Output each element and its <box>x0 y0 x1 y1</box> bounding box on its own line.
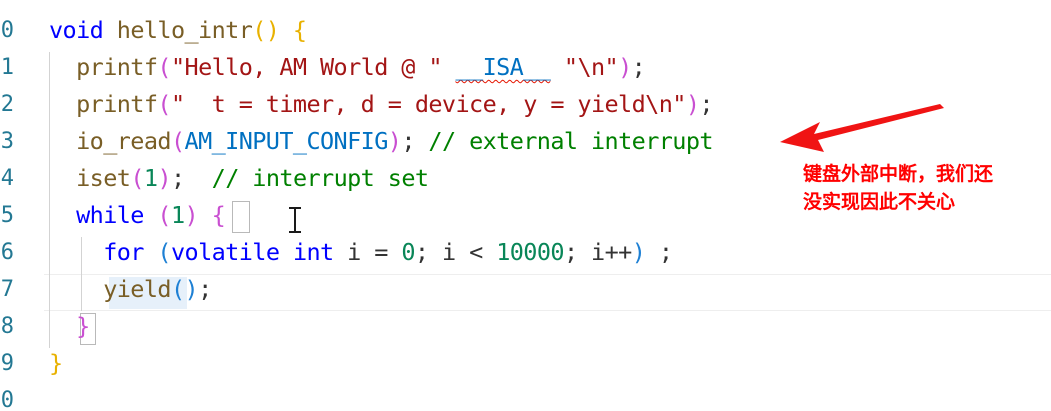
code-token: ( <box>157 201 171 229</box>
code-token: 1 <box>143 164 158 192</box>
code-token: printf <box>76 90 158 118</box>
line-number: 7 <box>0 277 14 302</box>
code-token: i = <box>333 238 402 266</box>
code-token: printf <box>76 53 158 81</box>
code-token: int <box>292 238 334 266</box>
text-cursor-icon <box>289 207 301 233</box>
line-number: 3 <box>0 129 14 154</box>
code-token: () <box>252 16 280 44</box>
code-token: ; <box>699 90 713 118</box>
code-token: // interrupt set <box>211 164 429 192</box>
line-number: 5 <box>0 203 14 228</box>
line-number: 9 <box>0 351 14 376</box>
line-number: 8 <box>0 314 14 339</box>
code-line[interactable]: yield(); <box>49 271 212 308</box>
matching-brace-box <box>232 201 250 233</box>
code-token: } <box>76 312 90 340</box>
red-arrow-icon <box>780 104 944 152</box>
code-token: ; <box>401 127 429 155</box>
line-number: 0 <box>0 18 14 43</box>
code-token: ; i < <box>414 238 497 266</box>
code-token: hello_intr <box>116 16 253 44</box>
code-token: yield <box>103 275 171 303</box>
annotation-note: 键盘外部中断，我们还 没实现因此不关心 <box>803 160 993 216</box>
code-line[interactable]: } <box>49 345 63 382</box>
annotation-line-2: 没实现因此不关心 <box>803 191 956 213</box>
code-line[interactable]: io_read(AM_INPUT_CONFIG); // external in… <box>49 123 713 160</box>
code-token: ) <box>618 53 632 81</box>
code-token: iset <box>76 164 131 192</box>
code-token: io_read <box>76 127 171 155</box>
code-token: 0 <box>401 238 415 266</box>
code-token: ( <box>170 127 185 155</box>
code-token: } <box>49 349 63 377</box>
code-token: ) <box>685 90 700 118</box>
code-line[interactable]: } <box>49 308 90 345</box>
line-number: 4 <box>0 166 14 191</box>
code-token: for <box>103 238 144 266</box>
code-line[interactable]: while (1) { <box>49 197 226 234</box>
code-token: 10000 <box>496 238 564 266</box>
code-token: ) <box>184 201 199 229</box>
code-token: ( <box>157 53 171 81</box>
code-token: ( <box>130 164 144 192</box>
code-token: volatile <box>170 238 280 266</box>
code-token: ) <box>157 164 171 192</box>
code-line[interactable]: printf("Hello, AM World @ " __ISA__ "\n"… <box>49 49 646 86</box>
code-token: AM_INPUT_CONFIG <box>184 127 389 155</box>
code-line[interactable]: printf(" t = timer, d = device, y = yiel… <box>49 86 713 123</box>
code-token: { <box>211 201 226 229</box>
code-token: ; <box>645 238 673 266</box>
code-token: // external interrupt <box>428 127 713 155</box>
code-token: { <box>292 16 307 44</box>
code-token: ; i++ <box>563 238 632 266</box>
code-token: ; <box>198 275 212 303</box>
code-line[interactable]: for (volatile int i = 0; i < 10000; i++)… <box>49 234 673 271</box>
code-token: void <box>49 16 104 44</box>
line-number: 0 <box>0 388 14 411</box>
line-number-gutter: 0 1 2 3 4 5 6 7 8 9 0 <box>0 0 14 411</box>
code-line[interactable]: iset(1); // interrupt set <box>49 160 429 197</box>
line-number: 1 <box>0 55 14 80</box>
code-token: " t = timer, d = device, y = yield\n" <box>170 90 686 118</box>
code-token: ) <box>387 127 402 155</box>
code-line[interactable]: void hello_intr() { <box>49 12 307 49</box>
code-token: __ISA__ <box>455 53 551 81</box>
line-number: 2 <box>0 92 14 117</box>
code-token: ; <box>171 164 212 192</box>
code-token: ( <box>157 238 171 266</box>
code-token: "\n" <box>563 53 619 81</box>
code-token: () <box>170 275 199 303</box>
code-token: while <box>76 201 144 229</box>
line-number: 6 <box>0 240 14 265</box>
code-token: ( <box>157 90 171 118</box>
code-token: 1 <box>170 201 185 229</box>
code-token: ; <box>631 53 646 81</box>
code-editor[interactable]: 01234567890 void hello_intr() { printf("… <box>0 0 1051 411</box>
code-token: ) <box>631 238 646 266</box>
code-token: "Hello, AM World @ " <box>170 53 456 81</box>
annotation-line-1: 键盘外部中断，我们还 <box>803 163 994 185</box>
